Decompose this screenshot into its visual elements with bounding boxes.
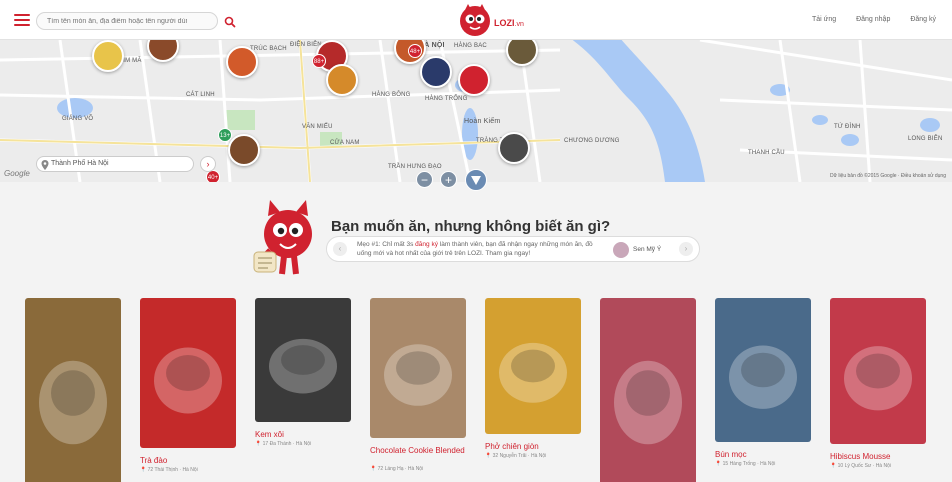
avatar [613, 242, 629, 258]
hamburger-menu-icon[interactable] [14, 12, 30, 28]
location-input[interactable]: Thành Phố Hà Nội [36, 156, 194, 172]
search-input[interactable] [47, 15, 187, 28]
food-photo[interactable] [25, 298, 121, 482]
food-photo-image [715, 298, 811, 442]
pin-count-badge: 48+ [408, 44, 422, 58]
food-photo-image [140, 298, 236, 448]
food-map-pin[interactable] [92, 40, 124, 72]
map-label: HÀNG BAC [454, 43, 487, 49]
map-label: ĐIỆN BIÊN [290, 42, 322, 48]
pin-count-badge: 88+ [312, 54, 326, 68]
food-name[interactable]: Hibiscus Mousse [830, 452, 890, 461]
food-address: 📍 10 Lý Quốc Sư · Hà Nội [830, 463, 891, 469]
login-link[interactable]: Đăng nhập [856, 16, 890, 23]
map-label: LONG BIÊN [908, 136, 943, 142]
map-copyright: Dữ liệu bản đồ ©2015 Google · Điều khoản… [829, 173, 946, 179]
map-label: HÀNG TRỐNG [425, 96, 468, 102]
map-label: TRẦN HƯNG ĐẠO [388, 164, 442, 170]
logo-text: LOZI.vn [494, 18, 524, 28]
location-go-button[interactable]: › [200, 156, 216, 172]
food-map-pin[interactable] [228, 134, 260, 166]
food-photo-image [370, 298, 466, 438]
lozi-logo[interactable]: LOZI.vn [458, 4, 538, 36]
map-label: Hoàn Kiếm [464, 118, 501, 125]
search-icon[interactable] [223, 15, 237, 29]
food-photo-image [255, 298, 351, 422]
logo-wordmark: LOZI [494, 18, 515, 28]
pin-count-badge: 13+ [218, 128, 232, 142]
food-name[interactable]: Bún mọc [715, 450, 747, 459]
food-photo[interactable] [255, 298, 351, 422]
food-address: 📍 32 Nguyễn Trãi · Hà Nội [485, 453, 547, 459]
promo-tip-box: ‹ Mẹo #1: Chỉ mất 3s đăng ký làm thành v… [326, 236, 700, 262]
food-photo-image [830, 298, 926, 444]
map-label: CÁT LINH [186, 92, 215, 98]
food-photo-image [485, 298, 581, 434]
promo-signup-link[interactable]: đăng ký [415, 241, 438, 248]
navigate-arrow-icon [471, 176, 481, 185]
map-label: TỨ ĐÌNH [834, 124, 861, 130]
map-label: THANH CẦU [748, 150, 785, 156]
auth-links: Tải ứng Đăng nhập Đăng ký [794, 16, 936, 23]
lozi-mascot-map-pin[interactable] [458, 64, 490, 96]
promo-text-before: Mẹo #1: Chỉ mất 3s [357, 241, 416, 248]
food-photo[interactable] [140, 298, 236, 448]
food-map-pin[interactable] [498, 132, 530, 164]
food-name[interactable]: Phở chiên giòn [485, 442, 539, 451]
promo-title: Bạn muốn ăn, nhưng không biết ăn gì? [331, 218, 611, 235]
food-name[interactable]: Trà đào [140, 456, 167, 465]
google-logo: Google [4, 169, 30, 178]
location-pin-icon [41, 160, 49, 170]
map-label: GIẢNG VÕ [62, 116, 94, 122]
promo-next-button[interactable]: › [679, 242, 693, 256]
food-map-pin[interactable] [326, 64, 358, 96]
zoom-out-button[interactable]: − [416, 171, 433, 188]
map-label: VĂN MIẾU [302, 124, 333, 130]
map-view[interactable]: HÀ NỘI HÀNG BAC CÁT LINH KIM MÃ ĐIỆN BIÊ… [0, 40, 952, 182]
food-address: 📍 72 Thái Thịnh · Hà Nội [140, 467, 198, 473]
map-label: CỬA NAM [330, 140, 360, 146]
top-header: LOZI.vn Tải ứng Đăng nhập Đăng ký [0, 0, 952, 40]
lozi-mascot-illustration [253, 200, 312, 275]
food-photo[interactable] [600, 298, 696, 482]
app-download-link[interactable]: Tải ứng [812, 16, 836, 23]
logo-suffix: .vn [514, 21, 524, 28]
food-address: 📍 17 Đa Thánh · Hà Nội [255, 441, 312, 447]
food-name[interactable]: Kem xôi [255, 430, 284, 439]
map-label: TRÚC BẠCH [250, 46, 287, 52]
promo-user-name: Sen Mỹ Ý [633, 246, 662, 253]
lozi-mascot-logo-icon [460, 4, 490, 36]
food-address: 📍 15 Hàng Trống · Hà Nội [715, 461, 776, 467]
promo-prev-button[interactable]: ‹ [333, 242, 347, 256]
map-label: HÀNG BÔNG [372, 92, 411, 98]
location-value: Thành Phố Hà Nội [51, 160, 109, 167]
food-name[interactable]: Chocolate Cookie Blended [370, 446, 465, 455]
food-photo-image [600, 298, 696, 482]
my-location-button[interactable] [465, 169, 487, 191]
lake-shape [57, 98, 93, 118]
park-shape [225, 110, 255, 130]
food-photo[interactable] [715, 298, 811, 442]
food-map-pin[interactable] [226, 46, 258, 78]
food-photo-image [25, 298, 121, 482]
signup-link[interactable]: Đăng ký [910, 16, 936, 23]
food-photo[interactable] [370, 298, 466, 438]
food-map-pin[interactable] [420, 56, 452, 88]
food-address: 📍 72 Láng Hạ · Hà Nội [370, 466, 424, 472]
food-photo[interactable] [485, 298, 581, 434]
pond-shape [812, 115, 828, 125]
food-photo[interactable] [830, 298, 926, 444]
map-label: CHƯƠNG DƯƠNG [564, 138, 620, 144]
promo-text: Mẹo #1: Chỉ mất 3s đăng ký làm thành viê… [357, 240, 601, 258]
zoom-in-button[interactable]: + [440, 171, 457, 188]
pond-shape [841, 134, 859, 146]
search-box [36, 12, 236, 30]
pond-shape [920, 118, 940, 132]
